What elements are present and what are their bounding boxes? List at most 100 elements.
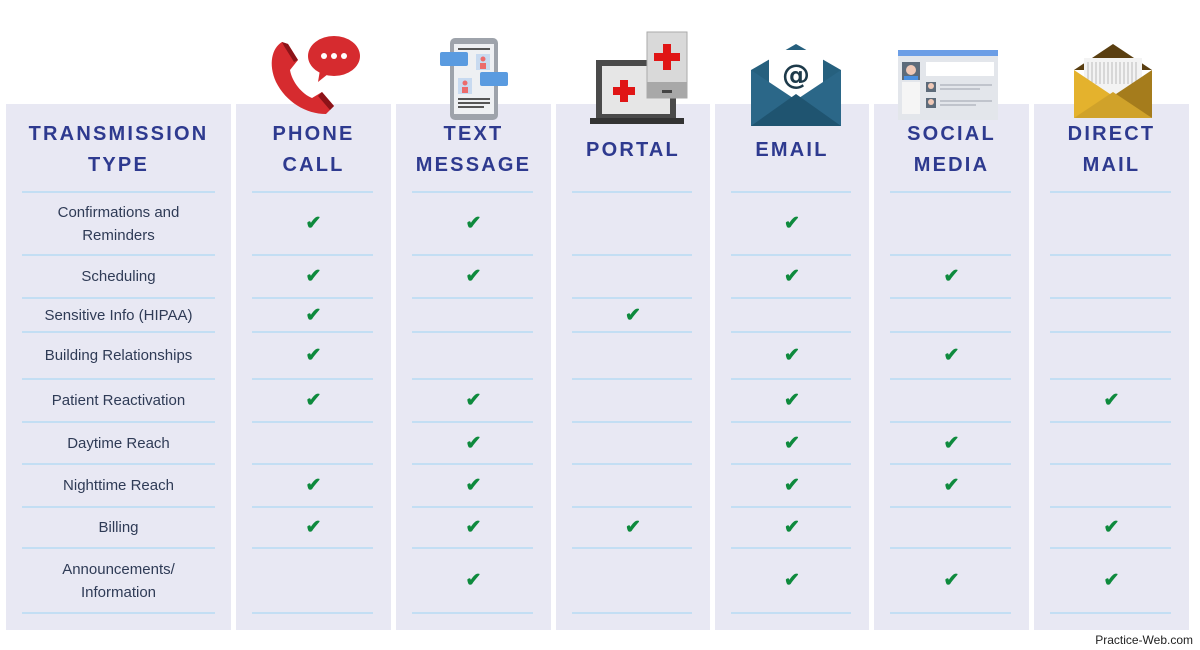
- checkmark-icon: ✔: [784, 213, 800, 234]
- cell-social-media: [874, 299, 1029, 331]
- medical-portal-icon: [590, 31, 688, 124]
- column-heading-line: PORTAL: [586, 138, 680, 161]
- cell-social-media: [874, 380, 1029, 421]
- cell-direct-mail: [1034, 333, 1189, 378]
- cell-text-message: ✔: [396, 465, 551, 506]
- cell-text-message: [396, 299, 551, 331]
- cell-direct-mail: [1034, 256, 1189, 297]
- cell-direct-mail: [1034, 465, 1189, 506]
- column-heading-line: DIRECT: [1067, 123, 1156, 145]
- smartphone-chat-icon: [440, 38, 508, 120]
- column-heading-line: EMAIL: [755, 138, 829, 161]
- cell-portal: [556, 549, 710, 612]
- checkmark-icon: ✔: [305, 390, 322, 411]
- cell-portal: [556, 465, 710, 506]
- checkmark-icon: ✔: [305, 475, 322, 496]
- column-heading-line: TRANSMISSION: [28, 123, 209, 145]
- column-heading-line: SOCIAL: [907, 123, 996, 145]
- cell-phone-call: ✔: [236, 380, 391, 421]
- cell-direct-mail: ✔: [1034, 508, 1189, 547]
- row-label: Nighttime Reach: [6, 465, 231, 506]
- checkmark-icon: ✔: [305, 266, 322, 287]
- cell-email: ✔: [715, 256, 869, 297]
- checkmark-icon: ✔: [784, 345, 800, 366]
- checkmark-icon: ✔: [465, 390, 482, 411]
- row-label: Sensitive Info (HIPAA): [6, 299, 231, 331]
- checkmark-icon: ✔: [943, 475, 960, 496]
- row-label: Announcements/Information: [6, 549, 231, 612]
- cell-email: ✔: [715, 508, 869, 547]
- cell-text-message: ✔: [396, 256, 551, 297]
- column-heading-line: TEXT: [443, 123, 504, 145]
- column-heading-line: MESSAGE: [415, 154, 532, 176]
- checkmark-icon: ✔: [784, 475, 800, 496]
- column-heading: PHONE CALL: [236, 118, 391, 182]
- row-label-line: Reminders: [82, 226, 155, 244]
- cell-text-message: ✔: [396, 423, 551, 463]
- row-label: Daytime Reach: [6, 423, 231, 463]
- row-label: Building Relationships: [6, 333, 231, 378]
- row-divider: [890, 612, 1011, 614]
- row-divider: [1050, 612, 1171, 614]
- checkmark-icon: ✔: [1103, 517, 1120, 538]
- row-label-line: Nighttime Reach: [63, 477, 174, 494]
- cell-social-media: [874, 508, 1029, 547]
- cell-portal: [556, 333, 710, 378]
- column-heading-line: CALL: [282, 154, 345, 176]
- row-label: Confirmations and Reminders: [6, 193, 231, 254]
- cell-social-media: [874, 193, 1029, 254]
- checkmark-icon: ✔: [625, 517, 641, 538]
- row-label-column: TRANSMISSION TYPE Confirmations and Reminde…: [6, 104, 231, 630]
- cell-portal: ✔: [556, 508, 710, 547]
- cell-email: ✔: [715, 333, 869, 378]
- checkmark-icon: ✔: [465, 517, 482, 538]
- checkmark-icon: ✔: [305, 304, 322, 326]
- social-media-icon: [898, 50, 998, 120]
- checkmark-icon: ✔: [305, 345, 322, 366]
- svg-text:@: @: [782, 58, 810, 91]
- column-heading: EMAIL: [715, 118, 869, 182]
- cell-phone-call: ✔: [236, 256, 391, 297]
- cell-portal: [556, 423, 710, 463]
- checkmark-icon: ✔: [943, 432, 960, 454]
- column-email: EMAIL ✔ ✔ ✔ ✔ ✔ ✔ ✔ ✔: [715, 104, 869, 630]
- mail-envelope-icon: [1074, 44, 1152, 118]
- row-divider: [22, 612, 215, 614]
- checkmark-icon: ✔: [943, 345, 960, 366]
- cell-social-media: ✔: [874, 423, 1029, 463]
- email-envelope-icon: @: [751, 44, 841, 126]
- checkmark-icon: ✔: [784, 517, 800, 538]
- cell-email: ✔: [715, 549, 869, 612]
- column-heading-line: TYPE: [87, 154, 150, 176]
- row-label-line: Billing: [98, 519, 139, 536]
- row-label: Scheduling: [6, 256, 231, 297]
- checkmark-icon: ✔: [305, 517, 322, 538]
- cell-direct-mail: ✔: [1034, 549, 1189, 612]
- column-direct-mail: DIRECT MAIL ✔ ✔ ✔: [1034, 104, 1189, 630]
- row-label: Billing: [6, 508, 231, 547]
- cell-text-message: ✔: [396, 380, 551, 421]
- row-label-line: Information: [80, 583, 157, 601]
- column-text-message: TEXT MESSAGE ✔ ✔ ✔ ✔ ✔ ✔ ✔: [396, 104, 551, 630]
- cell-email: ✔: [715, 465, 869, 506]
- cell-text-message: [396, 333, 551, 378]
- checkmark-icon: ✔: [465, 266, 482, 287]
- column-heading-line: MEDIA: [913, 154, 990, 176]
- cell-portal: [556, 380, 710, 421]
- cell-phone-call: ✔: [236, 299, 391, 331]
- cell-social-media: ✔: [874, 256, 1029, 297]
- cell-phone-call: ✔: [236, 465, 391, 506]
- column-heading: TRANSMISSION TYPE: [6, 118, 231, 182]
- row-label-line: Announcements/: [62, 560, 175, 578]
- cell-direct-mail: [1034, 423, 1189, 463]
- cell-direct-mail: [1034, 193, 1189, 254]
- row-label-line: Confirmations and: [57, 203, 180, 221]
- row-label-line: Scheduling: [81, 268, 156, 285]
- cell-text-message: ✔: [396, 193, 551, 254]
- row-label-line: Patient Reactivation: [51, 392, 186, 409]
- row-label-line: Daytime Reach: [67, 434, 170, 452]
- checkmark-icon: ✔: [625, 304, 641, 326]
- checkmark-icon: ✔: [465, 570, 482, 591]
- cell-portal: [556, 256, 710, 297]
- row-label-line: Sensitive Info (HIPAA): [44, 306, 193, 324]
